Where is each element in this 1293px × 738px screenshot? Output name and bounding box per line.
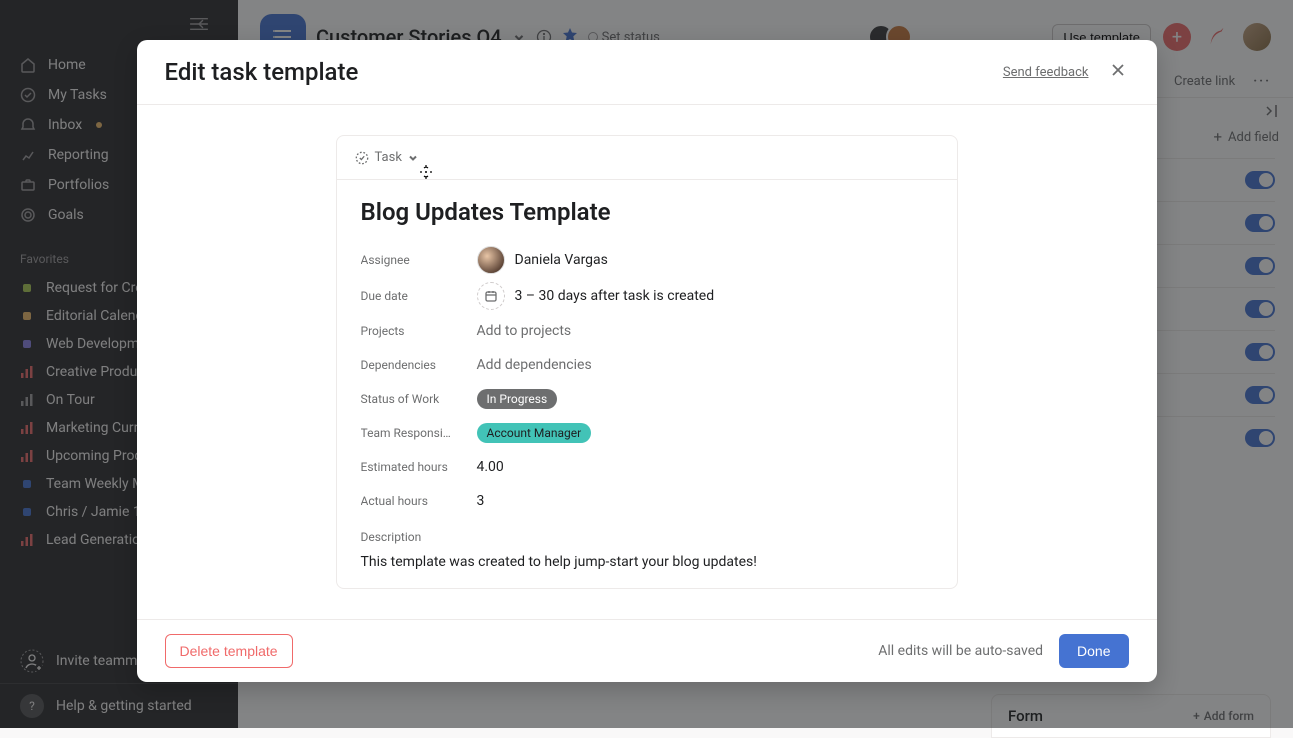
edit-template-modal: Edit task template Send feedback Task Bl… xyxy=(137,40,1157,682)
dependencies-placeholder: Add dependencies xyxy=(477,357,592,373)
task-type-dropdown[interactable]: Task xyxy=(337,136,957,180)
field-label: Team Responsi… xyxy=(361,426,477,440)
chevron-down-icon xyxy=(408,153,418,163)
close-icon[interactable] xyxy=(1107,59,1129,85)
field-due-date[interactable]: Due date 3 – 30 days after task is creat… xyxy=(361,278,933,314)
field-team-responsible[interactable]: Team Responsi… Account Manager xyxy=(361,416,933,450)
done-button[interactable]: Done xyxy=(1059,634,1128,668)
actual-hours-value: 3 xyxy=(477,493,485,509)
field-label: Status of Work xyxy=(361,392,477,406)
projects-placeholder: Add to projects xyxy=(477,323,572,339)
modal-body: Task Blog Updates Template Assignee Dani… xyxy=(137,105,1157,619)
field-assignee[interactable]: Assignee Daniela Vargas xyxy=(361,242,933,278)
estimated-hours-value: 4.00 xyxy=(477,459,504,475)
delete-template-button[interactable]: Delete template xyxy=(165,634,293,668)
field-label: Projects xyxy=(361,324,477,338)
task-card: Task Blog Updates Template Assignee Dani… xyxy=(336,135,958,589)
assignee-avatar xyxy=(477,246,505,274)
assignee-name: Daniela Vargas xyxy=(515,252,608,268)
field-label: Estimated hours xyxy=(361,460,477,474)
field-dependencies[interactable]: Dependencies Add dependencies xyxy=(361,348,933,382)
task-type-label: Task xyxy=(375,150,402,165)
modal-footer: Delete template All edits will be auto-s… xyxy=(137,619,1157,682)
field-projects[interactable]: Projects Add to projects xyxy=(361,314,933,348)
calendar-icon xyxy=(477,282,505,310)
field-estimated-hours[interactable]: Estimated hours 4.00 xyxy=(361,450,933,484)
field-label: Due date xyxy=(361,289,477,303)
description-label: Description xyxy=(361,530,933,544)
task-check-icon xyxy=(355,151,369,165)
field-label: Dependencies xyxy=(361,358,477,372)
field-label: Actual hours xyxy=(361,494,477,508)
status-pill: In Progress xyxy=(477,389,558,409)
field-status-of-work[interactable]: Status of Work In Progress xyxy=(361,382,933,416)
modal-overlay: Edit task template Send feedback Task Bl… xyxy=(0,0,1293,728)
due-date-value: 3 – 30 days after task is created xyxy=(515,288,715,304)
description-text[interactable]: This template was created to help jump-s… xyxy=(361,554,933,570)
template-title[interactable]: Blog Updates Template xyxy=(361,198,933,226)
field-label: Assignee xyxy=(361,253,477,267)
autosave-notice: All edits will be auto-saved xyxy=(878,643,1043,659)
field-actual-hours[interactable]: Actual hours 3 xyxy=(361,484,933,518)
team-pill: Account Manager xyxy=(477,423,592,443)
modal-header: Edit task template Send feedback xyxy=(137,40,1157,105)
send-feedback-link[interactable]: Send feedback xyxy=(1003,65,1089,80)
modal-title: Edit task template xyxy=(165,58,359,86)
